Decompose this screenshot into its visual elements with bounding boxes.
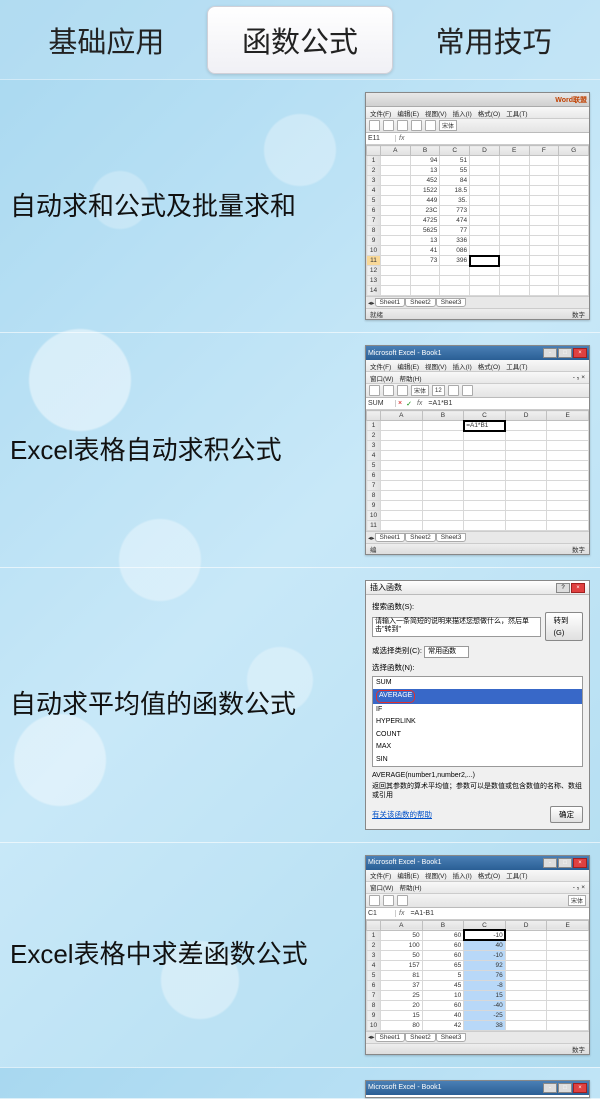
- list-item[interactable]: Microsoft Excel - Book1 -□×: [0, 1068, 600, 1099]
- list-item-title: Excel表格中求差函数公式: [10, 935, 365, 974]
- thumbnail-excel: Microsoft Excel - Book1 -□× 文件(F)编辑(E)视图…: [365, 345, 590, 555]
- thumbnail-excel: Microsoft Excel - Book1 -□× 文件(F)编辑(E)视图…: [365, 855, 590, 1055]
- list-item[interactable]: 自动求平均值的函数公式 插入函数 ?× 搜索函数(S): 请输入一条简短的说明来…: [0, 568, 600, 843]
- list-item-title: Excel表格自动求积公式: [10, 431, 365, 470]
- tab-tips[interactable]: 常用技巧: [401, 7, 586, 73]
- tab-basic[interactable]: 基础应用: [14, 7, 199, 73]
- list-item-title: 自动求和公式及批量求和: [10, 187, 365, 226]
- thumbnail-excel: Microsoft Excel - Book1 -□×: [365, 1080, 590, 1098]
- thumbnail-dialog: 插入函数 ?× 搜索函数(S): 请输入一条简短的说明来描述您想做什么，然后单击…: [365, 580, 590, 830]
- thumbnail-excel: Word联盟 文件(F)编辑(E)视图(V)插入(I)格式(O)工具(T) 宋体…: [365, 92, 590, 320]
- top-tab-bar: 基础应用 函数公式 常用技巧: [0, 0, 600, 80]
- list-item[interactable]: Excel表格中求差函数公式 Microsoft Excel - Book1 -…: [0, 843, 600, 1068]
- list-item[interactable]: Excel表格自动求积公式 Microsoft Excel - Book1 -□…: [0, 333, 600, 568]
- tab-formulas[interactable]: 函数公式: [207, 6, 394, 74]
- article-list: 自动求和公式及批量求和 Word联盟 文件(F)编辑(E)视图(V)插入(I)格…: [0, 80, 600, 1099]
- list-item-title: 自动求平均值的函数公式: [10, 685, 365, 724]
- list-item[interactable]: 自动求和公式及批量求和 Word联盟 文件(F)编辑(E)视图(V)插入(I)格…: [0, 80, 600, 333]
